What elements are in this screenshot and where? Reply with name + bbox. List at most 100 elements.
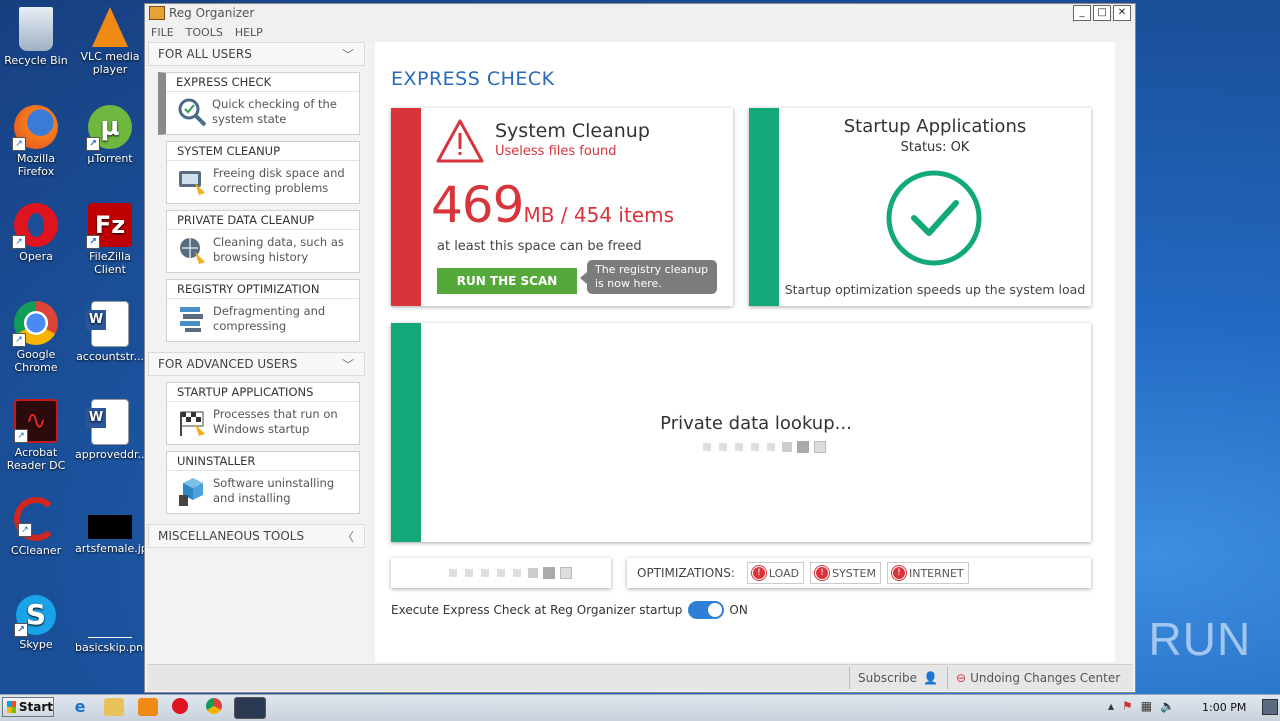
taskbar-clock[interactable]: 1:00 PM (1202, 701, 1246, 714)
optimization-label: LOAD (768, 566, 800, 580)
minimize-button[interactable]: _ (1073, 5, 1091, 21)
desktop-icon-filezilla[interactable]: Fz ↗ FileZilla Client (75, 203, 145, 276)
desktop-icon-chrome[interactable]: ↗ Google Chrome (1, 301, 71, 374)
run-the-scan-button[interactable]: RUN THE SCAN (437, 268, 577, 294)
optimizations-label: OPTIMIZATIONS: (637, 566, 735, 580)
recycle-bin-icon (19, 7, 53, 51)
subscribe-button[interactable]: Subscribe 👤 (849, 667, 946, 689)
tray-flag-icon[interactable]: ⚑ (1122, 699, 1133, 713)
section-for-all-users[interactable]: FOR ALL USERS ﹀ (148, 42, 365, 66)
section-miscellaneous-tools[interactable]: MISCELLANEOUS TOOLS 〈 (148, 524, 365, 548)
menu-help[interactable]: HELP (235, 26, 263, 39)
maximize-button[interactable]: □ (1093, 5, 1111, 21)
desktop-icon-label: VLC media player (80, 50, 140, 76)
loading-dot-active (797, 441, 809, 453)
startup-check-toggle[interactable] (688, 601, 725, 619)
desktop-icon-vlc[interactable]: VLC media player (75, 7, 145, 76)
explorer-folder-icon[interactable] (104, 698, 124, 716)
toggle-knob (708, 603, 723, 617)
section-for-advanced-users[interactable]: FOR ADVANCED USERS ﹀ (148, 352, 365, 376)
shortcut-arrow-icon: ↗ (14, 429, 28, 443)
chevron-down-icon: ﹀ (341, 357, 354, 372)
sidebar-item-registry-optimization[interactable]: REGISTRY OPTIMIZATION Defragmenting and … (166, 279, 360, 342)
chevron-left-icon: 〈 (341, 529, 354, 544)
desktop-icon-opera[interactable]: ↗ Opera (1, 203, 71, 263)
desktop-icon-label: Acrobat Reader DC (6, 446, 66, 472)
desktop-icon-label: FileZilla Client (89, 250, 131, 276)
cleanup-size-rest: MB / 454 items (523, 203, 675, 227)
ie-icon[interactable]: e (70, 698, 90, 716)
desktop-icon-ccleaner[interactable]: ↗ CCleaner (1, 497, 71, 557)
start-button[interactable]: Start (2, 697, 54, 717)
desktop-icon-word-doc-2[interactable]: W approveddr... (75, 399, 148, 461)
desktop-icon-label: Skype (19, 638, 53, 651)
image-file-icon (88, 595, 132, 638)
checkered-flag-icon (180, 411, 205, 436)
desktop-icon-word-doc-1[interactable]: W accountstr... (75, 301, 145, 363)
windows-logo-icon (7, 701, 16, 713)
desktop-icon-label: approveddr... (75, 448, 148, 461)
loading-dot-active (543, 567, 555, 579)
firefox-icon: ↗ (12, 105, 58, 151)
shortcut-arrow-icon: ↗ (86, 235, 100, 249)
chrome-taskbar-icon[interactable] (206, 698, 222, 714)
sidebar-item-desc: Software uninstalling and installing (213, 476, 335, 505)
loading-dot (751, 443, 759, 451)
desktop-icon-label: basicskip.png (75, 641, 151, 654)
desktop-icon-recycle-bin[interactable]: Recycle Bin (1, 7, 71, 67)
stop-icon: ! (890, 565, 907, 581)
loading-dot (528, 568, 538, 578)
menu-tools[interactable]: TOOLS (186, 26, 223, 39)
media-player-icon[interactable] (138, 698, 158, 716)
optimization-system-button[interactable]: ! SYSTEM (810, 562, 881, 584)
desktop-icon-label: artsfemale.jpg (75, 542, 155, 555)
tray-volume-icon[interactable]: 🔈 (1160, 699, 1175, 713)
reg-organizer-taskbar-icon[interactable] (234, 697, 266, 719)
desktop-icon-label: Mozilla Firefox (17, 152, 55, 178)
desktop-icon-utorrent[interactable]: µ ↗ µTorrent (75, 105, 145, 165)
desktop-icon-firefox[interactable]: ↗ Mozilla Firefox (1, 105, 71, 178)
close-button[interactable]: ✕ (1113, 5, 1131, 21)
cleanup-title: System Cleanup (495, 120, 650, 142)
main-content: EXPRESS CHECK System Cleanup Useless fil… (375, 42, 1115, 662)
registry-tooltip: The registry cleanup is now here. (580, 260, 717, 294)
opera-taskbar-icon[interactable] (172, 698, 188, 714)
section-title: FOR ADVANCED USERS (158, 357, 298, 371)
undo-icon: ⊖ (956, 671, 967, 685)
startup-applications-panel: Startup Applications Status: OK Startup … (749, 108, 1091, 306)
loading-dot (703, 443, 711, 451)
sidebar-item-express-check[interactable]: EXPRESS CHECK Quick checking of the syst… (158, 72, 360, 135)
desktop-icon-image-2[interactable]: basicskip.png (75, 595, 150, 654)
tray-network-icon[interactable]: ▦ (1141, 699, 1152, 713)
menu-file[interactable]: FILE (151, 26, 174, 39)
tooltip-pointer (580, 272, 587, 284)
title-bar[interactable]: Reg Organizer _ □ ✕ (145, 4, 1135, 22)
optimization-load-button[interactable]: ! LOAD (746, 562, 805, 584)
status-stripe-red (391, 108, 421, 306)
sidebar-item-system-cleanup[interactable]: SYSTEM CLEANUP Freeing disk space and co… (166, 141, 360, 204)
desktop-icon-image-1[interactable]: artsfemale.jpg (75, 497, 155, 555)
sidebar-item-desc: Defragmenting and compressing (213, 304, 326, 333)
loading-dot (782, 442, 792, 452)
sidebar-item-private-data-cleanup[interactable]: PRIVATE DATA CLEANUP Cleaning data, such… (166, 210, 360, 273)
show-desktop-button[interactable] (1262, 699, 1278, 715)
user-icon: 👤 (922, 671, 938, 685)
sidebar: FOR ALL USERS ﹀ EXPRESS CHECK Quick chec… (148, 42, 365, 662)
shortcut-arrow-icon: ↗ (86, 137, 100, 151)
tray-expand-icon[interactable]: ▴ (1108, 699, 1114, 713)
desktop-icon-label: Google Chrome (14, 348, 58, 374)
desktop-icon-skype[interactable]: S ↗ Skype (1, 595, 71, 651)
sidebar-item-uninstaller[interactable]: UNINSTALLER Software uninstalling and in… (166, 451, 360, 514)
loading-indicator (445, 567, 575, 579)
reg-organizer-window: Reg Organizer _ □ ✕ FILE TOOLS HELP FOR … (144, 3, 1136, 693)
ccleaner-icon: ↗ (14, 497, 58, 541)
sidebar-item-startup-applications[interactable]: STARTUP APPLICATIONS Processes that run … (166, 382, 360, 445)
stop-icon: ! (750, 565, 767, 581)
optimization-internet-button[interactable]: ! INTERNET (886, 562, 969, 584)
loading-dot (560, 567, 572, 579)
undoing-changes-center-button[interactable]: ⊖ Undoing Changes Center (947, 667, 1128, 689)
status-stripe-green (391, 323, 421, 542)
word-document-icon: W (86, 399, 129, 445)
desktop-icon-acrobat[interactable]: ∿ ↗ Acrobat Reader DC (1, 399, 71, 472)
loading-dot (735, 443, 743, 451)
